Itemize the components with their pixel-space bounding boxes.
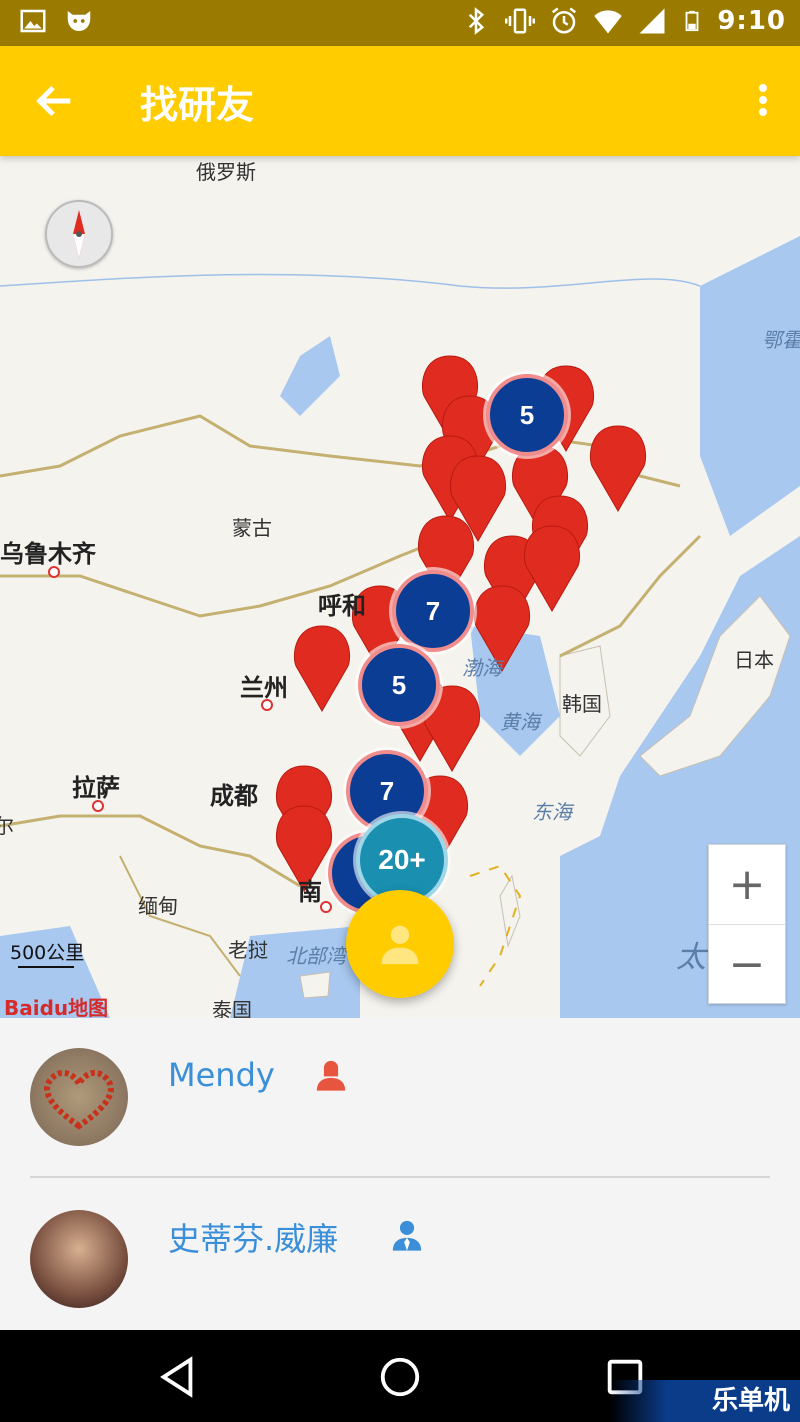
scale-bar <box>18 966 74 968</box>
image-icon <box>20 9 46 33</box>
male-icon <box>392 1220 422 1251</box>
map-marker[interactable] <box>523 525 581 612</box>
map-cluster[interactable]: 7 <box>392 570 474 652</box>
map-label-east-sea: 东海 <box>532 800 572 824</box>
locate-me-button[interactable] <box>346 890 454 998</box>
compass-icon[interactable] <box>45 200 113 268</box>
map-label-russia: 俄罗斯 <box>196 160 256 184</box>
map-label-pacific: 太 <box>676 940 706 975</box>
zoom-in-button[interactable]: + <box>709 845 785 925</box>
status-bar: 9:10 <box>0 0 800 46</box>
map-view[interactable]: 俄罗斯 蒙古 乌鲁木齐 呼和 兰州 拉萨 成都 缅甸 老挝 泰国 南 北部湾 渤… <box>0 156 800 1018</box>
wifi-icon <box>594 10 623 34</box>
zoom-control: + − <box>708 844 786 1004</box>
navigation-bar: 乐单机 <box>0 1330 800 1422</box>
map-label-lhasa: 拉萨 <box>72 774 120 802</box>
arrow-back-icon[interactable] <box>30 78 80 124</box>
signal-icon <box>639 8 665 34</box>
map-label-urumqi: 乌鲁木齐 <box>0 540 96 568</box>
list-item[interactable]: Mendy <box>0 1018 800 1178</box>
map-cluster[interactable]: 5 <box>486 374 568 456</box>
battery-icon <box>685 10 699 32</box>
bluetooth-icon <box>469 7 485 35</box>
map-label-bohai: 渤海 <box>462 656 502 680</box>
map-label-laos: 老挝 <box>228 938 268 962</box>
zoom-out-button[interactable]: − <box>709 925 785 1004</box>
map-marker[interactable] <box>589 425 647 512</box>
map-marker[interactable] <box>293 625 351 712</box>
nav-home-icon[interactable] <box>377 1354 423 1400</box>
map-label-thailand: 泰国 <box>212 998 252 1018</box>
map-cluster[interactable]: 5 <box>358 644 440 726</box>
map-label-myanmar: 缅甸 <box>138 894 178 918</box>
avatar <box>30 1048 128 1146</box>
map-label-hohhot: 呼和 <box>318 592 366 620</box>
map-label-mongolia: 蒙古 <box>232 516 272 540</box>
alarm-icon <box>552 7 577 34</box>
user-name: 史蒂芬.威廉 <box>168 1220 339 1258</box>
watermark: 乐单机 <box>610 1380 800 1422</box>
vibrate-icon <box>505 8 536 34</box>
avatar <box>30 1210 128 1308</box>
map-label-lanzhou: 兰州 <box>240 674 288 702</box>
more-vert-icon[interactable] <box>756 84 770 120</box>
female-icon <box>316 1060 346 1091</box>
app-bar: 找研友 <box>0 46 800 156</box>
map-label-nanning: 南 <box>298 878 322 906</box>
person-icon <box>381 925 419 965</box>
page-title: 找研友 <box>140 83 255 127</box>
map-scale: 500公里 <box>10 942 85 964</box>
user-list: Mendy 史蒂芬.威廉 <box>0 1018 800 1330</box>
map-label-japan: 日本 <box>734 648 774 672</box>
map-label-yellow-sea: 黄海 <box>500 710 540 734</box>
app-icon <box>67 11 91 31</box>
list-item[interactable]: 史蒂芬.威廉 <box>0 1178 800 1336</box>
map-label-okhotsk: 鄂霍 <box>762 328 800 352</box>
map-label-edge: 尔 <box>0 814 14 838</box>
status-time: 9:10 <box>717 6 786 36</box>
user-name: Mendy <box>168 1056 275 1094</box>
map-label-chengdu: 成都 <box>210 782 258 810</box>
nav-back-icon[interactable] <box>154 1354 200 1400</box>
map-label-gulf: 北部湾 <box>286 944 346 968</box>
map-label-korea: 韩国 <box>562 692 602 716</box>
baidu-logo: Baidu地图 <box>4 996 109 1018</box>
